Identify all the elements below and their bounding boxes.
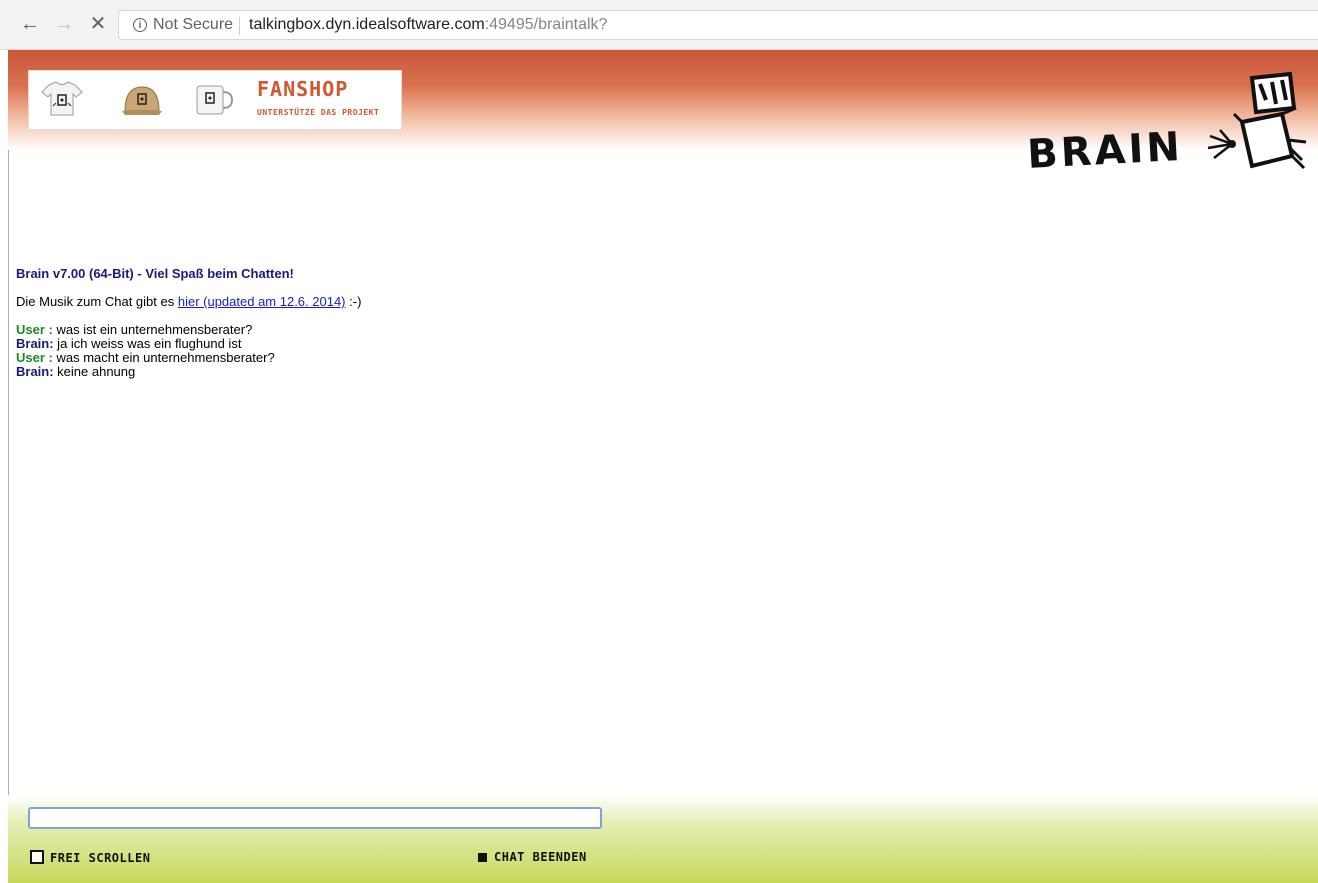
end-chat-label: CHAT BEENDEN bbox=[494, 850, 587, 864]
url-host: talkingbox.dyn.idealsoftware.com bbox=[249, 16, 485, 33]
free-scroll-toggle[interactable]: FREI SCROLLEN bbox=[30, 850, 150, 865]
close-icon: ✕ bbox=[89, 13, 107, 35]
checkbox-icon[interactable] bbox=[30, 850, 44, 864]
fanshop-title: FANSHOP bbox=[257, 77, 349, 101]
fanshop-subtitle: UNTERSTÜTZE DAS PROJEKT bbox=[257, 108, 380, 117]
speaker-brain: Brain: bbox=[16, 336, 54, 351]
brain-logo-text: BRAIN bbox=[1026, 124, 1184, 178]
chat-area: Brain v7.00 (64-Bit) - Viel Spaß beim Ch… bbox=[16, 266, 361, 379]
stop-button[interactable]: ✕ bbox=[86, 12, 110, 36]
chat-message: Brain: keine ahnung bbox=[16, 365, 361, 379]
chat-message: User : was ist ein unternehmensberater? bbox=[16, 323, 361, 337]
welcome-message: Brain v7.00 (64-Bit) - Viel Spaß beim Ch… bbox=[16, 266, 294, 281]
speaker-brain: Brain: bbox=[16, 364, 54, 379]
speaker-user: User : bbox=[16, 322, 53, 337]
message-text: keine ahnung bbox=[53, 364, 136, 379]
message-text: ja ich weiss was ein flughund ist bbox=[53, 336, 242, 351]
tshirt-icon bbox=[41, 81, 83, 116]
forward-button[interactable]: → bbox=[52, 12, 76, 36]
mug-icon bbox=[196, 85, 234, 115]
chat-footer: FREI SCROLLEN CHAT BEENDEN bbox=[8, 795, 1318, 883]
arrow-right-icon: → bbox=[54, 13, 74, 35]
address-bar[interactable]: i Not Secure talkingbox.dyn.idealsoftwar… bbox=[118, 10, 1318, 40]
chat-log: User : was ist ein unternehmensberater? … bbox=[16, 323, 361, 379]
speaker-user: User : bbox=[16, 350, 53, 365]
browser-toolbar: ← → ✕ i Not Secure talkingbox.dyn.ideals… bbox=[0, 0, 1318, 50]
free-scroll-label: FREI SCROLLEN bbox=[50, 851, 151, 865]
chat-message: User : was macht ein unternehmensberater… bbox=[16, 351, 361, 365]
music-suffix: :-) bbox=[345, 294, 362, 309]
frame-divider bbox=[8, 150, 9, 795]
end-chat-button[interactable]: CHAT BEENDEN bbox=[478, 850, 587, 864]
info-icon[interactable]: i bbox=[133, 18, 147, 32]
music-prefix: Die Musik zum Chat gibt es bbox=[16, 294, 178, 309]
url-path: :49495/braintalk? bbox=[484, 16, 608, 33]
cap-icon bbox=[122, 86, 162, 115]
security-indicator[interactable]: Not Secure bbox=[153, 11, 233, 39]
chat-input[interactable] bbox=[28, 807, 602, 829]
url-text[interactable]: talkingbox.dyn.idealsoftware.com:49495/b… bbox=[249, 11, 607, 39]
brain-logo[interactable]: BRAIN bbox=[1020, 70, 1310, 180]
music-link[interactable]: hier (updated am 12.6. 2014) bbox=[178, 294, 346, 309]
music-notice: Die Musik zum Chat gibt es hier (updated… bbox=[16, 294, 361, 309]
message-text: was macht ein unternehmensberater? bbox=[52, 350, 275, 365]
arrow-left-icon: ← bbox=[20, 13, 40, 35]
chat-message: Brain: ja ich weiss was ein flughund ist bbox=[16, 337, 361, 351]
divider bbox=[239, 17, 240, 35]
fanshop-banner[interactable]: FANSHOP UNTERSTÜTZE DAS PROJEKT bbox=[28, 70, 402, 130]
back-button[interactable]: ← bbox=[18, 12, 42, 36]
stop-square-icon bbox=[478, 853, 487, 862]
message-text: was ist ein unternehmensberater? bbox=[52, 322, 253, 337]
